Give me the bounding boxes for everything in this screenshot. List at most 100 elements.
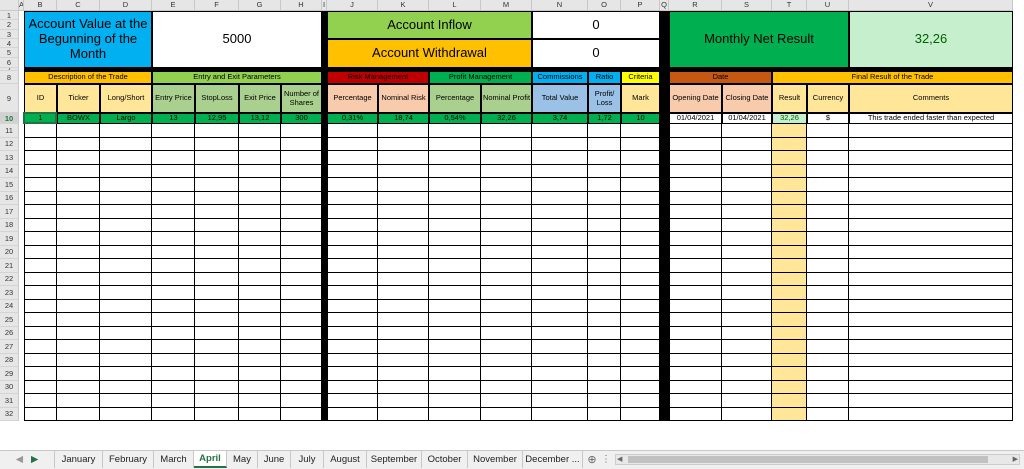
- grid-cell[interactable]: [24, 353, 57, 367]
- grid-cell[interactable]: [152, 191, 195, 205]
- account-value-label[interactable]: Account Value at the Begunning of the Mo…: [24, 11, 152, 68]
- grid-cell[interactable]: [281, 286, 322, 300]
- monthly-net-label[interactable]: Monthly Net Result: [669, 11, 849, 68]
- grid-cell[interactable]: [281, 245, 322, 259]
- grid-cell[interactable]: [621, 218, 660, 232]
- grid-cell[interactable]: [481, 299, 532, 313]
- row-header-12[interactable]: 12: [0, 137, 19, 151]
- grid-cell[interactable]: [152, 178, 195, 192]
- grid-cell[interactable]: [57, 299, 100, 313]
- grid-cell[interactable]: [429, 326, 481, 340]
- grid-cell[interactable]: [772, 380, 807, 394]
- grid-cell[interactable]: [378, 151, 429, 165]
- trade-row-1-t[interactable]: 32,26: [772, 113, 807, 124]
- grid-cell[interactable]: [669, 286, 722, 300]
- grid-cell[interactable]: [239, 259, 281, 273]
- grid-cell[interactable]: [195, 367, 239, 381]
- trade-row-1-c[interactable]: BOWX: [57, 113, 100, 124]
- grid-cell[interactable]: [378, 299, 429, 313]
- grid-cell[interactable]: [481, 407, 532, 421]
- grid-cell[interactable]: [239, 124, 281, 138]
- table-header-j[interactable]: Percentage: [327, 84, 378, 113]
- row-header-27[interactable]: 27: [0, 340, 19, 354]
- grid-cell[interactable]: [621, 191, 660, 205]
- column-header-u[interactable]: U: [807, 0, 849, 11]
- grid-cell[interactable]: [195, 353, 239, 367]
- row-header-28[interactable]: 28: [0, 353, 19, 367]
- grid-cell[interactable]: [378, 407, 429, 421]
- grid-cell[interactable]: [807, 353, 849, 367]
- table-header-d[interactable]: Long/Short: [100, 84, 152, 113]
- grid-cell[interactable]: [588, 205, 621, 219]
- grid-cell[interactable]: [481, 232, 532, 246]
- trade-row-1-g[interactable]: 13,12: [239, 113, 281, 124]
- grid-cell[interactable]: [807, 340, 849, 354]
- nav-left-icon[interactable]: ◀: [16, 454, 23, 465]
- grid-cell[interactable]: [327, 232, 378, 246]
- grid-cell[interactable]: [429, 124, 481, 138]
- grid-cell[interactable]: [722, 259, 772, 273]
- grid-cell[interactable]: [100, 286, 152, 300]
- grid-cell[interactable]: [327, 151, 378, 165]
- grid-cell[interactable]: [24, 205, 57, 219]
- grid-cell[interactable]: [849, 380, 1013, 394]
- grid-cell[interactable]: [281, 191, 322, 205]
- table-header-c[interactable]: Ticker: [57, 84, 100, 113]
- table-header-u[interactable]: Currency: [807, 84, 849, 113]
- grid-cell[interactable]: [57, 407, 100, 421]
- grid-cell[interactable]: [621, 164, 660, 178]
- grid-cell[interactable]: [152, 151, 195, 165]
- grid-cell[interactable]: [807, 299, 849, 313]
- table-header-s[interactable]: Closing Date: [722, 84, 772, 113]
- grid-cell[interactable]: [849, 137, 1013, 151]
- grid-cell[interactable]: [195, 232, 239, 246]
- grid-cell[interactable]: [532, 353, 588, 367]
- grid-cell[interactable]: [532, 124, 588, 138]
- grid-cell[interactable]: [239, 137, 281, 151]
- grid-cell[interactable]: [481, 191, 532, 205]
- group-ratio[interactable]: Ratio: [588, 71, 621, 84]
- grid-cell[interactable]: [327, 124, 378, 138]
- grid-cell[interactable]: [669, 380, 722, 394]
- grid-cell[interactable]: [807, 178, 849, 192]
- column-header-r[interactable]: R: [669, 0, 722, 11]
- grid-cell[interactable]: [239, 380, 281, 394]
- grid-cell[interactable]: [239, 205, 281, 219]
- grid-cell[interactable]: [57, 245, 100, 259]
- grid-cell[interactable]: [621, 367, 660, 381]
- table-header-g[interactable]: Exit Price: [239, 84, 281, 113]
- trade-row-1-h[interactable]: 300: [281, 113, 322, 124]
- row-header-17[interactable]: 17: [0, 205, 19, 219]
- grid-cell[interactable]: [378, 286, 429, 300]
- grid-cell[interactable]: [195, 340, 239, 354]
- grid-cell[interactable]: [327, 313, 378, 327]
- row-header-19[interactable]: 19: [0, 232, 19, 246]
- grid-cell[interactable]: [378, 178, 429, 192]
- sheet-tab-april[interactable]: April: [194, 451, 227, 468]
- grid-cell[interactable]: [722, 151, 772, 165]
- grid-cell[interactable]: [722, 191, 772, 205]
- trade-row-1-f[interactable]: 12,95: [195, 113, 239, 124]
- grid-cell[interactable]: [532, 367, 588, 381]
- column-header-g[interactable]: G: [239, 0, 281, 11]
- grid-cell[interactable]: [57, 178, 100, 192]
- row-header-23[interactable]: 23: [0, 286, 19, 300]
- table-header-b[interactable]: ID: [24, 84, 57, 113]
- trade-row-1-b[interactable]: 1: [24, 113, 57, 124]
- grid-cell[interactable]: [772, 218, 807, 232]
- grid-cell[interactable]: [378, 340, 429, 354]
- grid-cell[interactable]: [722, 137, 772, 151]
- grid-cell[interactable]: [669, 124, 722, 138]
- grid-cell[interactable]: [239, 394, 281, 408]
- grid-cell[interactable]: [807, 313, 849, 327]
- grid-cell[interactable]: [239, 164, 281, 178]
- table-header-h[interactable]: Number of Shares: [281, 84, 322, 113]
- grid-cell[interactable]: [532, 205, 588, 219]
- grid-cell[interactable]: [195, 151, 239, 165]
- grid-cell[interactable]: [588, 259, 621, 273]
- grid-cell[interactable]: [669, 407, 722, 421]
- grid-cell[interactable]: [807, 272, 849, 286]
- trade-row-1-d[interactable]: Largo: [100, 113, 152, 124]
- column-header-v[interactable]: V: [849, 0, 1013, 11]
- grid-cell[interactable]: [807, 286, 849, 300]
